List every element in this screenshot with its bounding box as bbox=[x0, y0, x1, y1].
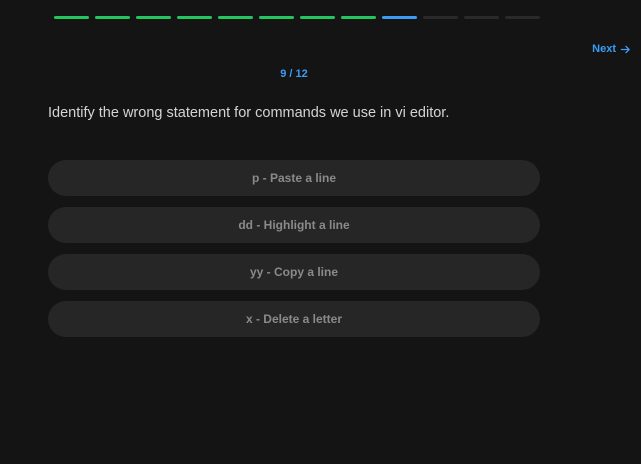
next-label: Next bbox=[592, 43, 616, 55]
progress-segment bbox=[382, 16, 417, 19]
progress-segment bbox=[505, 16, 540, 19]
next-button[interactable]: Next bbox=[592, 41, 631, 57]
progress-segment bbox=[95, 16, 130, 19]
answer-option[interactable]: yy - Copy a line bbox=[48, 254, 540, 290]
progress-segment bbox=[54, 16, 89, 19]
answer-option[interactable]: p - Paste a line bbox=[48, 160, 540, 196]
progress-segment bbox=[423, 16, 458, 19]
progress-segment bbox=[300, 16, 335, 19]
progress-segment bbox=[464, 16, 499, 19]
progress-segment bbox=[218, 16, 253, 19]
answer-options: p - Paste a line dd - Highlight a line y… bbox=[48, 160, 540, 348]
answer-option[interactable]: dd - Highlight a line bbox=[48, 207, 540, 243]
arrow-right-icon bbox=[620, 45, 630, 53]
progress-segment bbox=[259, 16, 294, 19]
progress-segment bbox=[136, 16, 171, 19]
answer-option[interactable]: x - Delete a letter bbox=[48, 301, 540, 337]
quiz-page: Next 9 / 12 Identify the wrong statement… bbox=[0, 0, 641, 464]
progress-segment bbox=[341, 16, 376, 19]
question-counter: 9 / 12 bbox=[280, 68, 308, 80]
progress-bar bbox=[54, 16, 540, 19]
question-text: Identify the wrong statement for command… bbox=[48, 105, 450, 121]
progress-segment bbox=[177, 16, 212, 19]
